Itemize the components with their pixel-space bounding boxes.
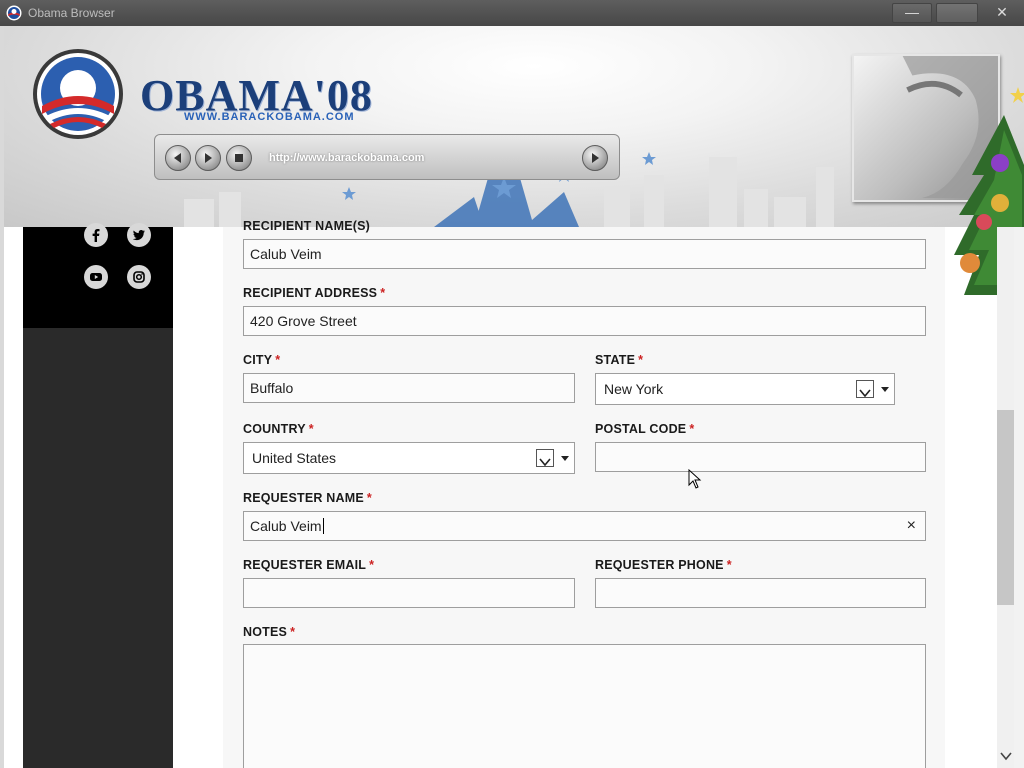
chevron-down-icon <box>856 380 874 398</box>
header-banner: OBAMA'08 WWW.BARACKOBAMA.COM http://www.… <box>4 26 1024 227</box>
required-marker: * <box>290 625 296 639</box>
go-arrow-icon <box>592 153 599 163</box>
window-title: Obama Browser <box>28 6 115 20</box>
postal-code-label: POSTAL CODE * <box>595 422 695 436</box>
sidebar-panel <box>23 328 173 768</box>
state-select[interactable]: New York <box>595 373 895 405</box>
minimize-icon: — <box>905 4 919 20</box>
dropdown-caret-icon <box>881 387 889 392</box>
required-marker: * <box>380 286 386 300</box>
youtube-icon <box>90 273 102 281</box>
forward-arrow-icon <box>205 153 212 163</box>
maximize-button[interactable] <box>936 3 978 23</box>
recipient-name-field[interactable]: Calub Veim <box>243 239 926 269</box>
requester-phone-label: REQUESTER PHONE * <box>595 558 732 572</box>
close-button[interactable]: ✕ <box>982 3 1022 23</box>
required-marker: * <box>726 558 732 572</box>
twitter-icon <box>132 230 145 241</box>
url-field[interactable]: http://www.barackobama.com <box>267 149 567 167</box>
facebook-icon <box>92 229 100 242</box>
forward-button[interactable] <box>195 145 221 171</box>
back-button[interactable] <box>165 145 191 171</box>
requester-email-field[interactable] <box>243 578 575 608</box>
recipient-address-label: RECIPIENT ADDRESS * <box>243 286 386 300</box>
country-select[interactable]: United States <box>243 442 575 474</box>
required-marker: * <box>366 491 372 505</box>
postal-code-field[interactable] <box>595 442 926 472</box>
app-logo-icon <box>6 5 22 21</box>
obama-logo-icon <box>33 49 123 139</box>
notes-textarea[interactable] <box>243 644 926 768</box>
logo-subtitle: WWW.BARACKOBAMA.COM <box>184 111 355 123</box>
go-button[interactable] <box>582 145 608 171</box>
stop-button[interactable] <box>226 145 252 171</box>
required-marker: * <box>308 422 314 436</box>
page-body: RECIPIENT NAME(S) Calub Veim RECIPIENT A… <box>4 219 997 768</box>
required-marker: * <box>275 353 281 367</box>
dropdown-caret-icon <box>561 456 569 461</box>
stop-icon <box>235 154 243 162</box>
requester-email-label: REQUESTER EMAIL * <box>243 558 375 572</box>
twitter-button[interactable] <box>127 223 151 247</box>
minimize-button[interactable]: — <box>892 3 932 23</box>
city-field[interactable]: Buffalo <box>243 373 575 403</box>
required-marker: * <box>689 422 695 436</box>
country-label: COUNTRY * <box>243 422 314 436</box>
chevron-down-icon <box>999 752 1012 761</box>
window-title-bar: Obama Browser — ✕ <box>0 0 1024 26</box>
state-label: STATE * <box>595 353 644 367</box>
text-cursor <box>322 518 324 534</box>
requester-name-label: REQUESTER NAME * <box>243 491 372 505</box>
city-label: CITY * <box>243 353 281 367</box>
required-marker: * <box>369 558 375 572</box>
recipient-name-label: RECIPIENT NAME(S) <box>243 219 371 233</box>
chevron-down-icon <box>536 449 554 467</box>
mouse-pointer-icon <box>688 469 702 489</box>
required-marker: * <box>638 353 644 367</box>
instagram-icon <box>133 271 145 283</box>
requester-phone-field[interactable] <box>595 578 926 608</box>
sidebar-social-panel <box>23 223 173 328</box>
instagram-button[interactable] <box>127 265 151 289</box>
close-icon: ✕ <box>996 4 1008 20</box>
notes-label: NOTES * <box>243 625 296 639</box>
scrollbar-thumb[interactable] <box>997 410 1014 605</box>
facebook-button[interactable] <box>84 223 108 247</box>
scroll-down-button[interactable] <box>997 748 1014 764</box>
window-frame-right <box>1014 227 1024 768</box>
youtube-button[interactable] <box>84 265 108 289</box>
request-form: RECIPIENT NAME(S) Calub Veim RECIPIENT A… <box>223 219 945 768</box>
recipient-address-field[interactable]: 420 Grove Street <box>243 306 926 336</box>
back-arrow-icon <box>174 153 181 163</box>
browser-nav-bar: http://www.barackobama.com <box>154 134 620 180</box>
requester-name-field[interactable]: Calub Veim × <box>243 511 926 541</box>
clear-field-icon[interactable]: × <box>907 512 916 540</box>
